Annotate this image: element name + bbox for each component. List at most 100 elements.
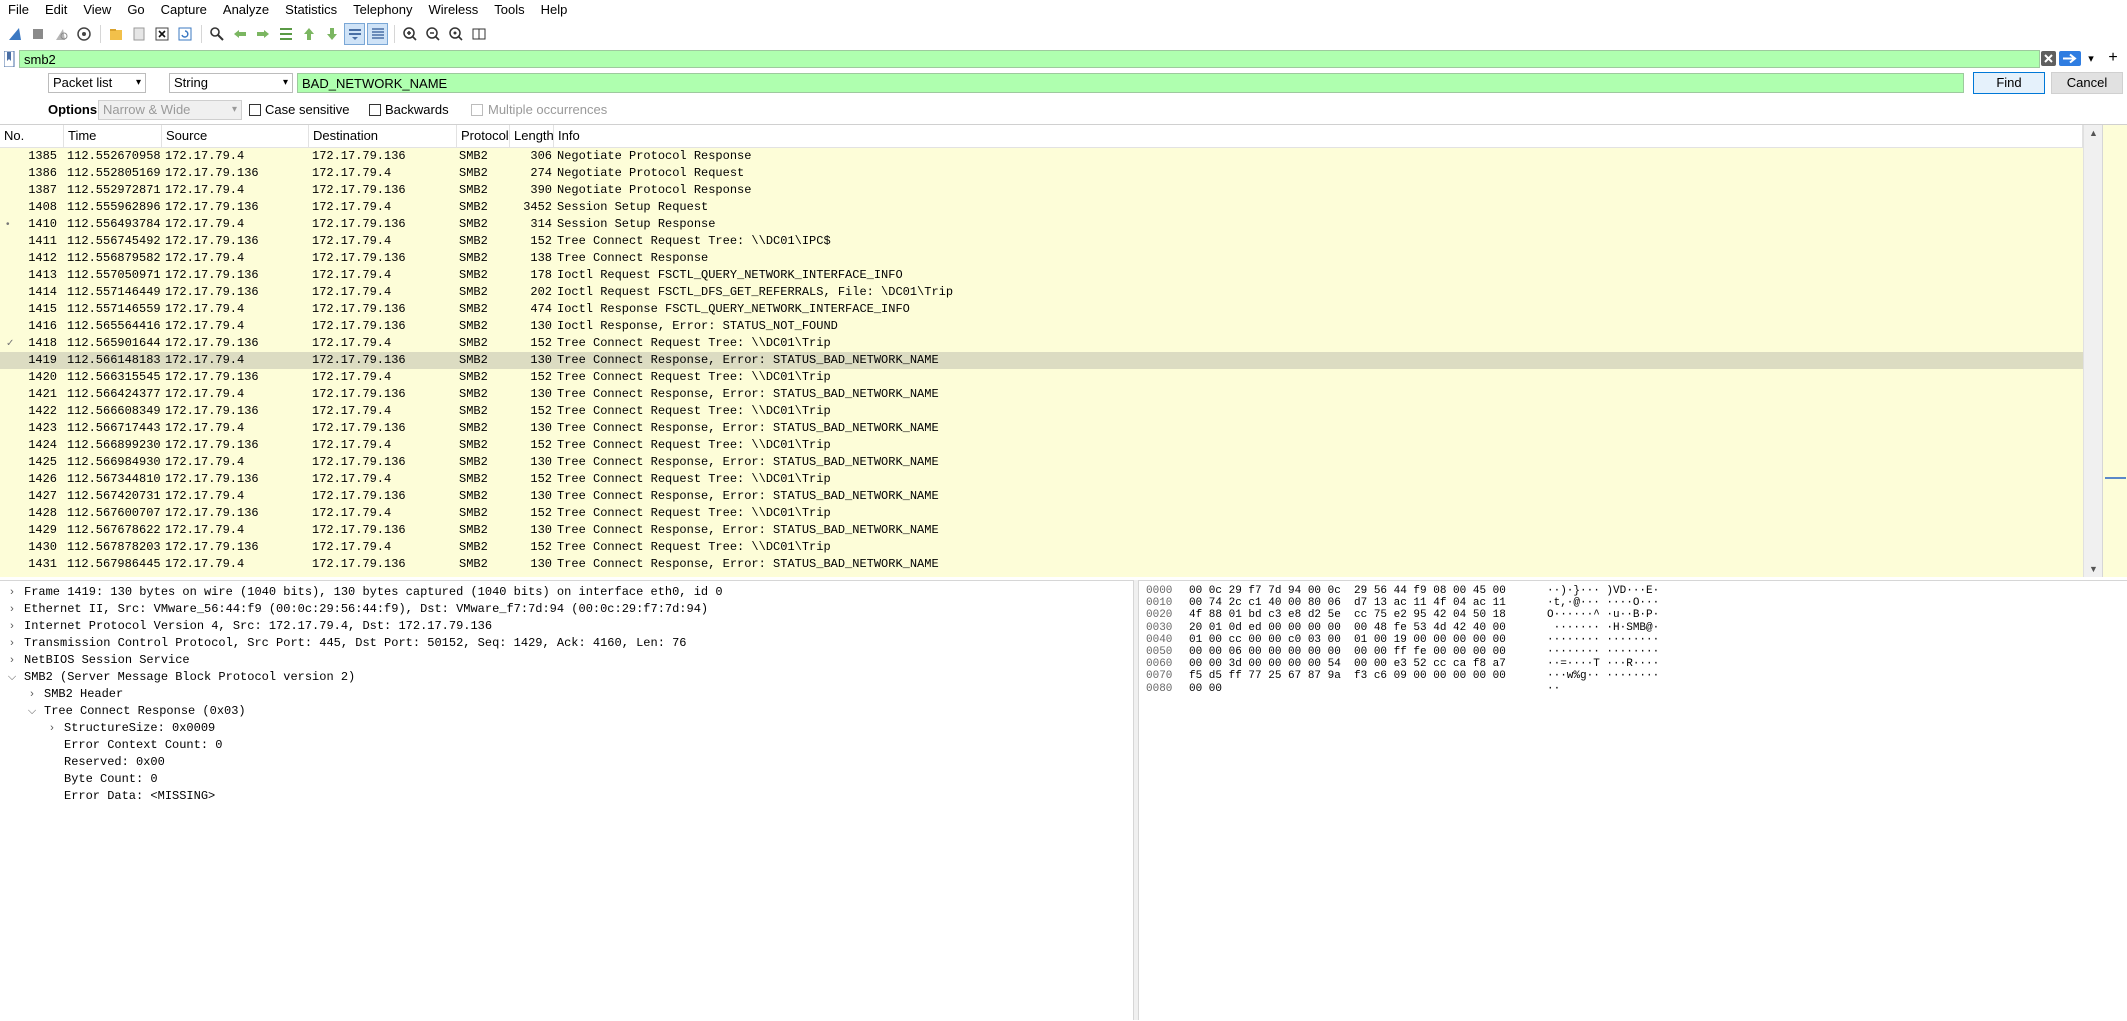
table-row[interactable]: 1414 112.557146449 172.17.79.136 172.17.79.… bbox=[0, 284, 2083, 301]
byte-hex[interactable]: f5 d5 ff 77 25 67 87 9a f3 c6 09 00 00 0… bbox=[1189, 670, 1506, 682]
byte-ascii[interactable]: O······^ ·u··B·P· bbox=[1547, 609, 1659, 621]
table-row[interactable]: 1385 112.552670958 172.17.79.4 172.17.79.13… bbox=[0, 148, 2083, 165]
menu-wireless[interactable]: Wireless bbox=[420, 0, 486, 20]
go-last-icon[interactable] bbox=[321, 23, 342, 45]
table-row[interactable]: 1421 112.566424377 172.17.79.4 172.17.79.13… bbox=[0, 386, 2083, 403]
column-header-info[interactable]: Info bbox=[554, 125, 2083, 147]
column-header-protocol[interactable]: Protocol bbox=[457, 125, 510, 147]
table-row[interactable]: 1415 112.557146559 172.17.79.4 172.17.79.13… bbox=[0, 301, 2083, 318]
go-forward-icon[interactable] bbox=[252, 23, 273, 45]
table-row[interactable]: 1416 112.565564416 172.17.79.4 172.17.79.13… bbox=[0, 318, 2083, 335]
table-row[interactable]: 1420 112.566315545 172.17.79.136 172.17.79.… bbox=[0, 369, 2083, 386]
table-row[interactable]: 1387 112.552972871 172.17.79.4 172.17.79.13… bbox=[0, 182, 2083, 199]
detail-tree-item[interactable]: Reserved: 0x00 bbox=[64, 754, 165, 771]
detail-tree-item[interactable]: Error Data: <MISSING> bbox=[64, 788, 215, 805]
search-type-select[interactable]: String ▾ bbox=[169, 73, 293, 93]
expand-closed-icon[interactable]: › bbox=[26, 686, 38, 703]
search-in-select[interactable]: Packet list ▾ bbox=[48, 73, 146, 93]
menu-help[interactable]: Help bbox=[533, 0, 576, 20]
column-header-length[interactable]: Length bbox=[510, 125, 554, 147]
detail-tree-item[interactable]: Internet Protocol Version 4, Src: 172.17… bbox=[24, 618, 492, 635]
recent-filters-dropdown-icon[interactable]: ▾ bbox=[2084, 51, 2098, 66]
scroll-down-icon[interactable]: ▼ bbox=[2089, 564, 2098, 574]
find-button[interactable]: Find bbox=[1973, 72, 2045, 94]
byte-ascii[interactable]: ·t,·@··· ····O··· bbox=[1547, 597, 1659, 609]
table-row[interactable]: 1413 112.557050971 172.17.79.136 172.17.79.… bbox=[0, 267, 2083, 284]
detail-tree-item[interactable]: Byte Count: 0 bbox=[64, 771, 158, 788]
zoom-reset-icon[interactable] bbox=[445, 23, 466, 45]
byte-hex[interactable]: 00 74 2c c1 40 00 80 06 d7 13 ac 11 4f 0… bbox=[1189, 597, 1506, 609]
menu-analyze[interactable]: Analyze bbox=[215, 0, 277, 20]
find-string-input[interactable] bbox=[297, 73, 1964, 93]
table-row[interactable]: 1422 112.566608349 172.17.79.136 172.17.79.… bbox=[0, 403, 2083, 420]
packet-minimap[interactable] bbox=[2102, 125, 2127, 577]
expand-closed-icon[interactable]: › bbox=[46, 720, 58, 737]
detail-tree-item[interactable]: Error Context Count: 0 bbox=[64, 737, 222, 754]
table-row[interactable]: 1427 112.567420731 172.17.79.4 172.17.79.13… bbox=[0, 488, 2083, 505]
table-row[interactable]: 1386 112.552805169 172.17.79.136 172.17.79.… bbox=[0, 165, 2083, 182]
table-row[interactable]: 1419 112.566148183 172.17.79.4 172.17.79.13… bbox=[0, 352, 2083, 369]
detail-tree-item[interactable]: SMB2 (Server Message Block Protocol vers… bbox=[24, 669, 355, 686]
go-first-icon[interactable] bbox=[298, 23, 319, 45]
scroll-up-icon[interactable]: ▲ bbox=[2089, 128, 2098, 138]
byte-ascii[interactable]: ······· ·H·SMB@· bbox=[1547, 622, 1660, 634]
display-filter-input[interactable] bbox=[19, 50, 2040, 68]
table-row[interactable]: 1428 112.567600707 172.17.79.136 172.17.79.… bbox=[0, 505, 2083, 522]
column-header-source[interactable]: Source bbox=[162, 125, 309, 147]
expand-closed-icon[interactable]: › bbox=[6, 635, 18, 652]
detail-tree-item[interactable]: NetBIOS Session Service bbox=[24, 652, 190, 669]
detail-tree-item[interactable]: Frame 1419: 130 bytes on wire (1040 bits… bbox=[24, 584, 723, 601]
byte-ascii[interactable]: ·· bbox=[1547, 683, 1560, 695]
cancel-button[interactable]: Cancel bbox=[2051, 72, 2123, 94]
byte-ascii[interactable]: ···w%g·· ········ bbox=[1547, 670, 1659, 682]
zoom-out-icon[interactable] bbox=[422, 23, 443, 45]
menu-statistics[interactable]: Statistics bbox=[277, 0, 345, 20]
byte-ascii[interactable]: ········ ········ bbox=[1547, 646, 1659, 658]
byte-hex[interactable]: 00 0c 29 f7 7d 94 00 0c 29 56 44 f9 08 0… bbox=[1189, 585, 1506, 597]
capture-options-icon[interactable] bbox=[73, 23, 94, 45]
column-header-time[interactable]: Time bbox=[64, 125, 162, 147]
byte-ascii[interactable]: ··)·}··· )VD···E· bbox=[1547, 585, 1659, 597]
table-row[interactable]: 1423 112.566717443 172.17.79.4 172.17.79.13… bbox=[0, 420, 2083, 437]
find-packet-icon[interactable] bbox=[206, 23, 227, 45]
expand-closed-icon[interactable]: › bbox=[6, 601, 18, 618]
menu-view[interactable]: View bbox=[75, 0, 119, 20]
menu-capture[interactable]: Capture bbox=[153, 0, 215, 20]
table-row[interactable]: 1431 112.567986445 172.17.79.4 172.17.79.13… bbox=[0, 556, 2083, 573]
menu-file[interactable]: File bbox=[0, 0, 37, 20]
stop-capture-icon[interactable] bbox=[27, 23, 48, 45]
shark-fin-start-icon[interactable] bbox=[4, 23, 25, 45]
table-row[interactable]: 1425 112.566984930 172.17.79.4 172.17.79.13… bbox=[0, 454, 2083, 471]
backwards-checkbox[interactable] bbox=[369, 104, 381, 116]
auto-scroll-icon[interactable] bbox=[344, 23, 365, 45]
table-row[interactable]: 1418 112.565901644 172.17.79.136 172.17.79.… bbox=[0, 335, 2083, 352]
column-header-no[interactable]: No. bbox=[0, 125, 64, 147]
multiple-occurrences-checkbox[interactable] bbox=[471, 104, 483, 116]
expand-closed-icon[interactable]: › bbox=[6, 618, 18, 635]
detail-tree-item[interactable]: Ethernet II, Src: VMware_56:44:f9 (00:0c… bbox=[24, 601, 708, 618]
byte-ascii[interactable]: ··=····T ···R···· bbox=[1547, 658, 1659, 670]
table-row[interactable]: 1412 112.556879582 172.17.79.4 172.17.79.13… bbox=[0, 250, 2083, 267]
table-row[interactable]: 1408 112.555962896 172.17.79.136 172.17.79.… bbox=[0, 199, 2083, 216]
add-filter-button-icon[interactable]: + bbox=[2104, 49, 2122, 67]
table-row[interactable]: 1426 112.567344810 172.17.79.136 172.17.79.… bbox=[0, 471, 2083, 488]
resize-columns-icon[interactable] bbox=[468, 23, 489, 45]
byte-hex[interactable]: 01 00 cc 00 00 c0 03 00 01 00 19 00 00 0… bbox=[1189, 634, 1506, 646]
byte-hex[interactable]: 20 01 0d ed 00 00 00 00 00 48 fe 53 4d 4… bbox=[1189, 622, 1506, 634]
expand-open-icon[interactable]: ⌵ bbox=[26, 703, 38, 720]
apply-filter-icon[interactable] bbox=[2059, 51, 2081, 66]
go-back-icon[interactable] bbox=[229, 23, 250, 45]
reload-file-icon[interactable] bbox=[174, 23, 195, 45]
open-file-icon[interactable] bbox=[105, 23, 126, 45]
byte-hex[interactable]: 00 00 3d 00 00 00 00 54 00 00 e3 52 cc c… bbox=[1189, 658, 1506, 670]
zoom-in-icon[interactable] bbox=[399, 23, 420, 45]
filter-bookmark-icon[interactable] bbox=[3, 50, 18, 68]
colorize-icon[interactable] bbox=[367, 23, 388, 45]
packet-list-scrollbar[interactable]: ▲ ▼ bbox=[2083, 125, 2103, 577]
menu-edit[interactable]: Edit bbox=[37, 0, 75, 20]
table-row[interactable]: 1430 112.567878203 172.17.79.136 172.17.79.… bbox=[0, 539, 2083, 556]
expand-open-icon[interactable]: ⌵ bbox=[6, 669, 18, 686]
byte-hex[interactable]: 4f 88 01 bd c3 e8 d2 5e cc 75 e2 95 42 0… bbox=[1189, 609, 1506, 621]
byte-hex[interactable]: 00 00 06 00 00 00 00 00 00 00 ff fe 00 0… bbox=[1189, 646, 1506, 658]
expand-closed-icon[interactable]: › bbox=[6, 652, 18, 669]
